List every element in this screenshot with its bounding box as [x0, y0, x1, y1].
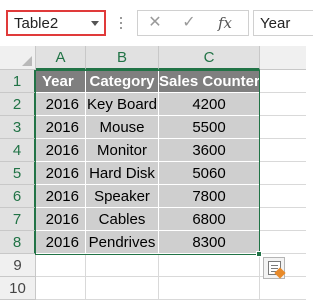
table-header-sales-counter[interactable]: Sales Counter	[159, 70, 260, 93]
empty-cell[interactable]	[159, 254, 260, 277]
row-header-1[interactable]: 1	[0, 70, 36, 93]
empty-cell[interactable]	[159, 277, 260, 300]
table-cell[interactable]: 3600	[159, 139, 260, 162]
fill-handle[interactable]	[256, 251, 262, 257]
cancel-icon[interactable]: ✕	[142, 13, 168, 33]
row-header-4[interactable]: 4	[0, 139, 36, 162]
table-cell[interactable]: 2016	[36, 185, 86, 208]
column-header-a[interactable]: A	[36, 46, 86, 70]
quick-analysis-icon	[268, 261, 286, 279]
empty-cell[interactable]	[36, 254, 86, 277]
table-cell[interactable]: 5060	[159, 162, 260, 185]
empty-cell[interactable]	[36, 277, 86, 300]
table-cell[interactable]: 2016	[36, 162, 86, 185]
chevron-down-icon[interactable]	[91, 21, 99, 26]
formula-bar: Table2 ✕ ✓ fx Year	[0, 0, 313, 46]
quick-analysis-button[interactable]	[263, 257, 286, 279]
table-cell[interactable]: 4200	[159, 93, 260, 116]
row-header-6[interactable]: 6	[0, 185, 36, 208]
row-header-5[interactable]: 5	[0, 162, 36, 185]
table-cell[interactable]: 2016	[36, 93, 86, 116]
empty-cell[interactable]	[86, 277, 159, 300]
empty-cell[interactable]	[260, 116, 306, 139]
table-cell[interactable]: Hard Disk	[86, 162, 159, 185]
table-header-year[interactable]: Year	[36, 70, 86, 93]
enter-icon[interactable]: ✓	[176, 13, 202, 33]
table-cell[interactable]: 2016	[36, 231, 86, 254]
formula-buttons: ✕ ✓ fx	[137, 10, 249, 36]
empty-cell[interactable]	[260, 185, 306, 208]
table-cell[interactable]: 2016	[36, 116, 86, 139]
table-cell[interactable]: 7800	[159, 185, 260, 208]
name-box-value: Table2	[14, 15, 59, 32]
table-cell[interactable]: Cables	[86, 208, 159, 231]
row-header-9[interactable]: 9	[0, 254, 36, 277]
table-cell[interactable]: 5500	[159, 116, 260, 139]
table-cell[interactable]: Monitor	[86, 139, 159, 162]
row-header-10[interactable]: 10	[0, 277, 36, 300]
more-dots-icon	[118, 14, 124, 32]
table-cell[interactable]: 2016	[36, 139, 86, 162]
empty-cell[interactable]	[260, 70, 306, 93]
table-header-category[interactable]: Category	[86, 70, 159, 93]
empty-cell[interactable]	[260, 139, 306, 162]
empty-cell[interactable]	[260, 277, 306, 300]
table-cell[interactable]: 6800	[159, 208, 260, 231]
row-header-8[interactable]: 8	[0, 231, 36, 254]
column-header-next[interactable]	[260, 46, 306, 70]
empty-cell[interactable]	[260, 231, 306, 254]
column-header-b[interactable]: B	[86, 46, 159, 70]
formula-input-value: Year	[260, 15, 291, 32]
table-cell[interactable]: Mouse	[86, 116, 159, 139]
empty-cell[interactable]	[260, 208, 306, 231]
select-all-corner[interactable]	[0, 46, 36, 70]
column-header-c[interactable]: C	[159, 46, 260, 70]
table-cell[interactable]: Speaker	[86, 185, 159, 208]
table-cell[interactable]: Key Board	[86, 93, 159, 116]
name-box[interactable]: Table2	[6, 10, 106, 36]
row-header-7[interactable]: 7	[0, 208, 36, 231]
empty-cell[interactable]	[260, 93, 306, 116]
row-header-2[interactable]: 2	[0, 93, 36, 116]
table-cell[interactable]: 8300	[159, 231, 260, 254]
row-header-3[interactable]: 3	[0, 116, 36, 139]
table-cell[interactable]: 2016	[36, 208, 86, 231]
insert-function-icon[interactable]: fx	[212, 13, 238, 33]
select-all-icon	[22, 56, 32, 66]
empty-cell[interactable]	[260, 162, 306, 185]
empty-cell[interactable]	[86, 254, 159, 277]
formula-input[interactable]: Year	[253, 10, 313, 36]
table-cell[interactable]: Pendrives	[86, 231, 159, 254]
